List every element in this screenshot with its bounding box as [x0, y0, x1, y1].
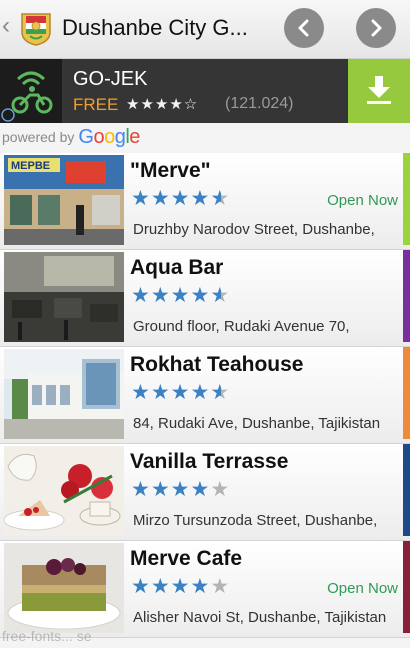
place-name: Vanilla Terrasse: [130, 450, 289, 473]
previous-button[interactable]: [284, 8, 324, 48]
star-full-icon: ★: [170, 381, 191, 404]
place-address: Alisher Navoi St, Dushanbe, Tajikistan: [133, 609, 387, 626]
color-strip: [403, 541, 410, 633]
place-photo: [4, 349, 124, 439]
star-half-icon: ★: [210, 284, 231, 307]
star-full-icon: ★: [170, 284, 191, 307]
open-status: Open Now: [327, 580, 398, 597]
star-full-icon: ★: [190, 187, 211, 210]
next-button[interactable]: [356, 8, 396, 48]
star-full-icon: ★: [131, 575, 151, 598]
star-full-icon: ★: [170, 187, 191, 210]
place-photo: [4, 543, 124, 633]
star-full-icon: ★: [170, 575, 191, 598]
star-full-icon: ★: [150, 478, 171, 501]
star-full-icon: ★: [190, 284, 211, 307]
star-full-icon: ★: [131, 381, 151, 404]
place-name: Aqua Bar: [130, 256, 224, 279]
app-logo-icon[interactable]: [18, 10, 54, 46]
back-chevron-icon[interactable]: ‹: [2, 12, 10, 40]
place-photo: МЕРВЕ: [4, 155, 124, 245]
place-photo: [4, 446, 124, 536]
rating-stars: ★★★★★: [131, 576, 230, 597]
place-address: Mirzo Tursunzoda Street, Dushanbe,: [133, 512, 378, 529]
star-full-icon: ★: [190, 381, 211, 404]
star-full-icon: ★: [190, 575, 211, 598]
color-strip: [403, 444, 410, 536]
star-full-icon: ★: [190, 478, 211, 501]
place-name: Rokhat Teahouse: [130, 353, 304, 376]
svg-text:МЕРВЕ: МЕРВЕ: [11, 160, 50, 172]
ad-banner[interactable]: GO-JEK FREE ★★★★☆ (121.024): [0, 59, 410, 123]
open-status: Open Now: [327, 192, 398, 209]
star-empty-icon: ★: [210, 478, 231, 501]
place-name: Merve Cafe: [130, 547, 243, 570]
place-address: Ground floor, Rudaki Avenue 70,: [133, 318, 350, 335]
gojek-app-icon: [0, 59, 62, 123]
star-empty-icon: ★: [210, 575, 231, 598]
place-list: МЕРВЕ "Merve" ★★★★★ Open Now Druzhby Nar…: [0, 153, 410, 638]
download-button[interactable]: [348, 59, 410, 123]
powered-by-label: powered by: [2, 129, 75, 145]
ad-app-name: GO-JEK: [73, 68, 148, 90]
star-full-icon: ★: [150, 187, 171, 210]
list-item[interactable]: Rokhat Teahouse ★★★★★ 84, Rudaki Ave, Du…: [0, 347, 410, 444]
watermark: free-fonts... se: [2, 628, 92, 644]
star-full-icon: ★: [170, 478, 191, 501]
action-bar: ‹ Dushanbe City G...: [0, 0, 410, 59]
ad-price: FREE: [73, 95, 119, 114]
powered-by-google: powered by Google: [2, 124, 140, 150]
ad-rating-count: (121.024): [225, 95, 294, 112]
list-item[interactable]: Vanilla Terrasse ★★★★★ Mirzo Tursunzoda …: [0, 444, 410, 541]
app-title: Dushanbe City G...: [62, 15, 248, 40]
place-address: 84, Rudaki Ave, Dushanbe, Tajikistan: [133, 415, 381, 432]
list-item[interactable]: Merve Cafe ★★★★★ Open Now Alisher Navoi …: [0, 541, 410, 638]
color-strip: [403, 153, 410, 245]
place-photo: [4, 252, 124, 342]
download-icon: [367, 76, 391, 104]
star-full-icon: ★: [131, 187, 151, 210]
chevron-left-icon: [298, 19, 309, 37]
star-full-icon: ★: [131, 284, 151, 307]
star-half-icon: ★: [210, 187, 231, 210]
star-full-icon: ★: [150, 284, 171, 307]
rating-stars: ★★★★★: [131, 285, 230, 306]
list-item[interactable]: Aqua Bar ★★★★★ Ground floor, Rudaki Aven…: [0, 250, 410, 347]
place-address: Druzhby Narodov Street, Dushanbe,: [133, 221, 375, 238]
list-item[interactable]: МЕРВЕ "Merve" ★★★★★ Open Now Druzhby Nar…: [0, 153, 410, 250]
star-full-icon: ★: [150, 381, 171, 404]
rating-stars: ★★★★★: [131, 382, 230, 403]
rating-stars: ★★★★★: [131, 188, 230, 209]
color-strip: [403, 347, 410, 439]
google-logo: Google: [78, 125, 140, 148]
chevron-right-icon: [371, 19, 382, 37]
star-full-icon: ★: [131, 478, 151, 501]
star-half-icon: ★: [210, 381, 231, 404]
place-name: "Merve": [130, 159, 211, 182]
rating-stars: ★★★★★: [131, 479, 230, 500]
ad-rating-stars: ★★★★☆: [126, 96, 199, 113]
star-full-icon: ★: [150, 575, 171, 598]
color-strip: [403, 250, 410, 342]
